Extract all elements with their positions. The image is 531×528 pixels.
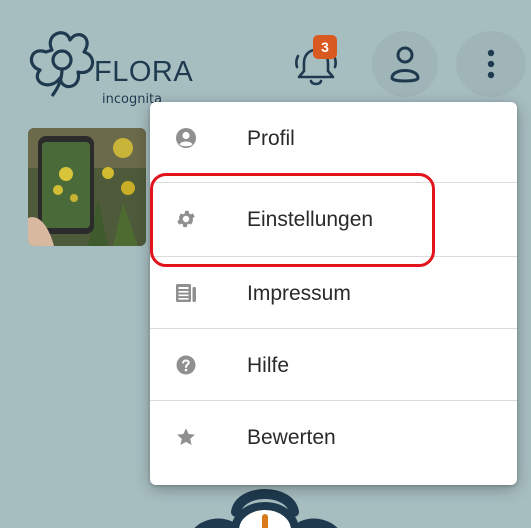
profile-button[interactable] <box>372 31 438 97</box>
flora-incognita-logo: FLORA incognita <box>22 22 194 106</box>
more-options-button[interactable] <box>456 31 526 97</box>
plant-photo-thumbnail[interactable] <box>28 128 146 246</box>
menu-item-label: Hilfe <box>247 353 290 377</box>
menu-item-bewerten[interactable]: Bewerten <box>150 401 517 473</box>
menu-item-label: Profil <box>247 126 295 150</box>
menu-item-impressum[interactable]: Impressum <box>150 257 517 329</box>
app-screen: FLORA incognita 3 Profil Einstellungen I… <box>0 0 531 528</box>
menu-item-label: Impressum <box>247 281 351 305</box>
help-circle-icon <box>174 353 198 377</box>
more-vertical-icon <box>487 49 495 79</box>
menu-item-profil[interactable]: Profil <box>150 102 517 174</box>
options-menu: Profil Einstellungen Impressum Hilfe Bew… <box>150 102 517 485</box>
notification-badge: 3 <box>313 35 337 59</box>
gear-icon <box>174 207 198 231</box>
flower-logo-icon <box>29 31 95 97</box>
person-icon <box>390 46 420 83</box>
logo-wordmark: FLORA <box>94 56 194 88</box>
menu-item-label: Einstellungen <box>247 207 374 231</box>
menu-item-label: Bewerten <box>247 425 336 449</box>
newspaper-icon <box>174 281 198 305</box>
star-icon <box>174 425 198 449</box>
menu-item-hilfe[interactable]: Hilfe <box>150 329 517 401</box>
user-circle-icon <box>174 126 198 150</box>
menu-item-einstellungen[interactable]: Einstellungen <box>150 183 517 255</box>
